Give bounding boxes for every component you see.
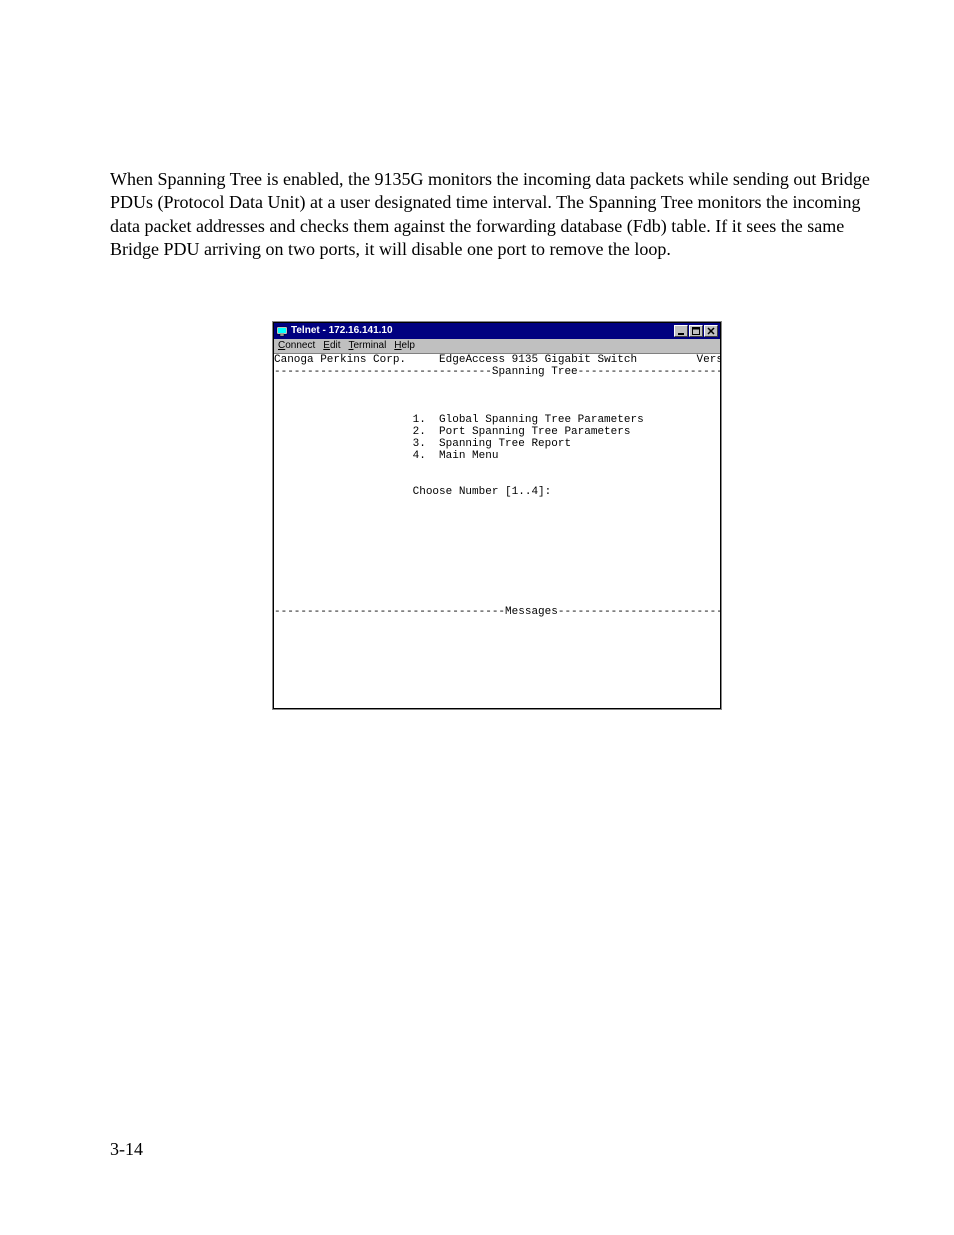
minimize-button[interactable]: [674, 325, 688, 337]
terminal-area[interactable]: Canoga Perkins Corp. EdgeAccess 9135 Gig…: [274, 354, 720, 708]
menu-2-label: Port Spanning Tree Parameters: [439, 426, 630, 438]
menu-edit[interactable]: Edit: [323, 340, 340, 351]
menu-1-label: Global Spanning Tree Parameters: [439, 414, 644, 426]
term-messages-title: Messages: [505, 606, 558, 618]
maximize-button[interactable]: [689, 325, 703, 337]
telnet-window: Telnet - 172.16.141.10 Connect Edit Term…: [273, 322, 721, 709]
menu-help[interactable]: Help: [394, 340, 415, 351]
close-button[interactable]: [704, 325, 718, 337]
menu-1-n: 1.: [413, 414, 426, 426]
term-prompt: Choose Number [1..4]:: [413, 486, 552, 498]
menu-3-n: 3.: [413, 438, 426, 450]
menu-terminal[interactable]: Terminal: [349, 340, 387, 351]
term-header-right: Version 1.03: [697, 354, 720, 366]
term-section-title: Spanning Tree: [492, 366, 578, 378]
body-paragraph: When Spanning Tree is enabled, the 9135G…: [110, 168, 884, 262]
telnet-icon: [276, 325, 288, 337]
menu-bar: Connect Edit Terminal Help: [274, 339, 720, 354]
term-header-center: EdgeAccess 9135 Gigabit Switch: [439, 354, 637, 366]
menu-4-n: 4.: [413, 450, 426, 462]
term-header-left: Canoga Perkins Corp.: [274, 354, 406, 366]
window-title: Telnet - 172.16.141.10: [291, 325, 674, 336]
page-number: 3-14: [110, 1139, 884, 1160]
menu-4-label: Main Menu: [439, 450, 498, 462]
menu-2-n: 2.: [413, 426, 426, 438]
titlebar[interactable]: Telnet - 172.16.141.10: [274, 323, 720, 339]
menu-3-label: Spanning Tree Report: [439, 438, 571, 450]
menu-connect[interactable]: Connect: [278, 340, 315, 351]
